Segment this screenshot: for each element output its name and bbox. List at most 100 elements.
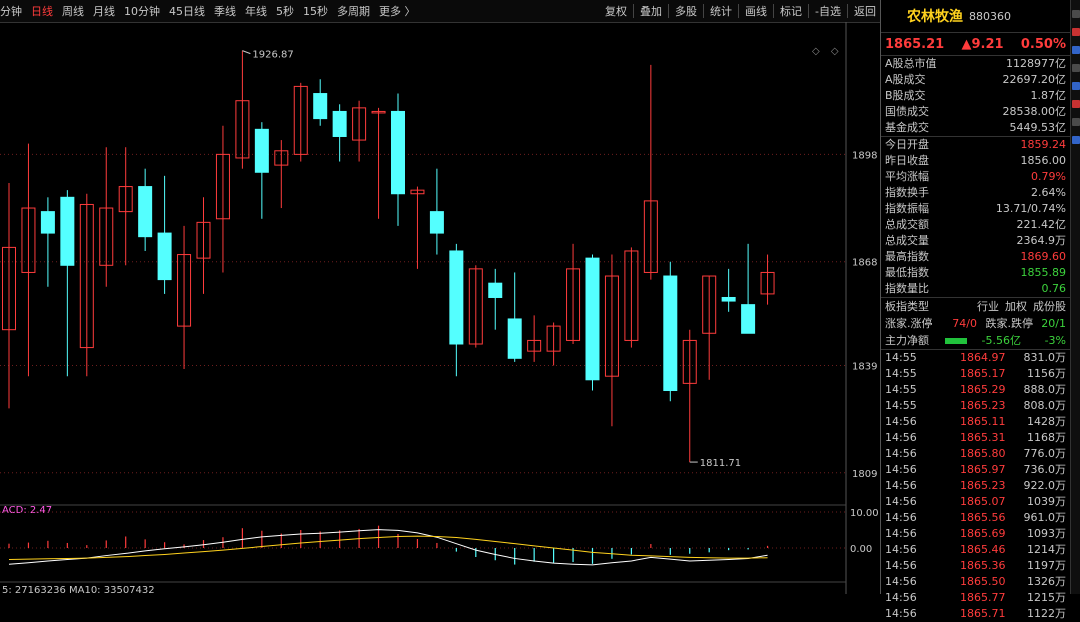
tick-volume: 831.0万 xyxy=(1023,351,1067,364)
tick-price: 1865.11 xyxy=(960,415,1006,428)
toolbar-action-button[interactable]: 多股 xyxy=(675,3,697,19)
chart-actions: 复权 叠加 多股 统计 画线 标记 -自选 返回 xyxy=(601,0,880,22)
index-code: 880360 xyxy=(969,9,1011,23)
candle-body xyxy=(332,110,347,137)
flow-label: 主力净额 xyxy=(885,334,929,347)
quote-panel: 农林牧渔 880360 1865.21 ▲9.21 0.50% A股总市值 112… xyxy=(881,0,1070,620)
tick-time: 14:56 xyxy=(885,543,917,556)
toolbar-action-button[interactable]: 画线 xyxy=(745,3,767,19)
market-row-value: 28538.00亿 xyxy=(1002,105,1067,118)
candle-body xyxy=(507,318,522,359)
market-row-label: B股成交 xyxy=(885,89,926,102)
tick-volume: 1197万 xyxy=(1027,559,1066,572)
tick-price: 1865.23 xyxy=(960,479,1006,492)
high-marker xyxy=(242,50,251,55)
tick-row: 14:56 1865.80 776.0万 xyxy=(881,446,1070,462)
period-tab[interactable]: 多周期 xyxy=(337,3,370,19)
up-label: 涨家.涨停 xyxy=(885,317,933,330)
candle-body xyxy=(449,250,464,345)
toolbar-action-button[interactable]: 返回 xyxy=(854,3,876,19)
kline-chart[interactable]: 1898 1868 1839 1809 1926.87 1811.71 ACD: 2.47 1… xyxy=(0,22,880,594)
macd-label: ACD: 2.47 xyxy=(2,505,52,516)
tick-price: 1865.80 xyxy=(960,447,1006,460)
index-name: 农林牧渔 xyxy=(907,9,963,25)
tick-time: 14:56 xyxy=(885,575,917,588)
stat-row: 指数量比 0.76 xyxy=(881,281,1070,297)
plate-info: 板指类型 行业 加权 成份股 涨家.涨停 74/0 跌家.跌停 20/1 主力净额 … xyxy=(881,298,1070,350)
period-tab[interactable]: 5秒 xyxy=(276,3,294,19)
tick-time: 14:56 xyxy=(885,447,917,460)
stat-row: 最高指数 1869.60 xyxy=(881,249,1070,265)
tick-row: 14:56 1865.36 1197万 xyxy=(881,558,1070,574)
period-tab[interactable]: 周线 xyxy=(62,3,84,19)
side-tool-icon[interactable] xyxy=(1072,64,1080,72)
period-tab[interactable]: 10分钟 xyxy=(124,3,160,19)
candle-body xyxy=(585,257,600,381)
stat-row: 指数振幅 13.71/0.74% xyxy=(881,201,1070,217)
index-title: 农林牧渔 880360 xyxy=(881,0,1070,33)
period-tab[interactable]: 45日线 xyxy=(169,3,205,19)
tick-price: 1865.46 xyxy=(960,543,1006,556)
low-label: 1811.71 xyxy=(700,458,741,469)
stat-row: 平均涨幅 0.79% xyxy=(881,169,1070,185)
high-label: 1926.87 xyxy=(252,50,293,61)
tick-row: 14:56 1865.46 1214万 xyxy=(881,542,1070,558)
tick-price: 1865.07 xyxy=(960,495,1006,508)
stat-row: 昨日收盘 1856.00 xyxy=(881,153,1070,169)
stat-row-label: 最高指数 xyxy=(885,250,929,263)
kline-svg[interactable]: 1898 1868 1839 1809 1926.87 1811.71 ACD: 2.47 1… xyxy=(0,22,880,594)
stat-row-value: 13.71/0.74% xyxy=(995,202,1066,215)
toolbar-action-button[interactable]: 标记 xyxy=(780,3,802,19)
toolbar-action-button[interactable]: 复权 xyxy=(605,3,627,19)
stat-row-label: 昨日收盘 xyxy=(885,154,929,167)
plate-option[interactable]: 行业 xyxy=(977,300,999,313)
tick-price: 1865.17 xyxy=(960,367,1006,380)
side-tool-icon[interactable] xyxy=(1072,118,1080,126)
chart-corner-icons[interactable]: ◇ ◇ xyxy=(812,46,843,57)
toolbar-action-button[interactable]: -自选 xyxy=(815,3,841,19)
stat-row: 指数换手 2.64% xyxy=(881,185,1070,201)
tick-price: 1864.97 xyxy=(960,351,1006,364)
stat-row: 总成交额 221.42亿 xyxy=(881,217,1070,233)
tick-time: 14:55 xyxy=(885,383,917,396)
flow-bar xyxy=(945,338,967,344)
side-tool-icon[interactable] xyxy=(1072,10,1080,18)
market-row: 国债成交 28538.00亿 xyxy=(881,104,1070,120)
period-tab[interactable]: 日线 xyxy=(31,3,53,19)
tick-row: 14:56 1865.23 922.0万 xyxy=(881,478,1070,494)
side-tool-icon[interactable] xyxy=(1072,28,1080,36)
side-tool-icon[interactable] xyxy=(1072,82,1080,90)
period-tab[interactable]: 月线 xyxy=(93,3,115,19)
candle-body xyxy=(741,304,756,334)
candle-body xyxy=(429,211,444,234)
period-tab[interactable]: 15秒 xyxy=(303,3,328,19)
stat-row-label: 最低指数 xyxy=(885,266,929,279)
tick-volume: 1122万 xyxy=(1027,607,1066,620)
plate-type-options[interactable]: 行业 加权 成份股 xyxy=(955,298,1066,315)
candle-body xyxy=(313,93,328,120)
plate-option[interactable]: 成份股 xyxy=(1033,300,1066,313)
stat-row-label: 指数振幅 xyxy=(885,202,929,215)
side-toolbar[interactable] xyxy=(1070,0,1080,594)
market-row-label: A股总市值 xyxy=(885,57,937,70)
plate-option[interactable]: 加权 xyxy=(1005,300,1027,313)
tick-row: 14:55 1865.29 888.0万 xyxy=(881,382,1070,398)
tick-time: 14:56 xyxy=(885,559,917,572)
side-tool-icon[interactable] xyxy=(1072,100,1080,108)
market-row-value: 22697.20亿 xyxy=(1002,73,1067,86)
tick-list[interactable]: 14:55 1864.97 831.0万 14:55 1865.17 1156万 14:55… xyxy=(881,350,1070,622)
side-tool-icon[interactable] xyxy=(1072,136,1080,144)
period-tab[interactable]: 年线 xyxy=(245,3,267,19)
tick-volume: 1428万 xyxy=(1027,415,1066,428)
side-tool-icon[interactable] xyxy=(1072,46,1080,54)
tick-price: 1865.23 xyxy=(960,399,1006,412)
plate-breadth-row: 涨家.涨停 74/0 跌家.跌停 20/1 xyxy=(881,315,1070,332)
period-tab[interactable]: 季线 xyxy=(214,3,236,19)
stat-row: 最低指数 1855.89 xyxy=(881,265,1070,281)
period-tab[interactable]: 更多 〉 xyxy=(379,3,416,19)
tick-price: 1865.97 xyxy=(960,463,1006,476)
period-tab[interactable]: 分钟 xyxy=(0,3,22,19)
toolbar-action-button[interactable]: 叠加 xyxy=(640,3,662,19)
tick-row: 14:55 1865.23 808.0万 xyxy=(881,398,1070,414)
toolbar-action-button[interactable]: 统计 xyxy=(710,3,732,19)
